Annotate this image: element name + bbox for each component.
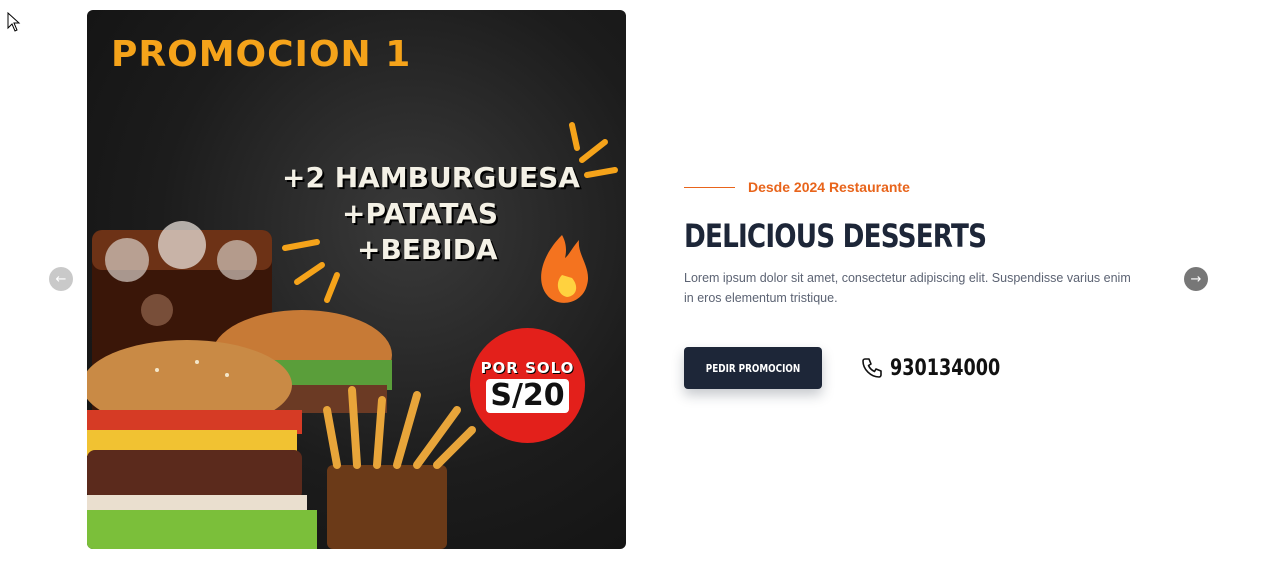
- food-illustration: [87, 122, 618, 549]
- page: ← PROMOCION 1 +2 HAMBURGUESA +PATATAS +B…: [0, 0, 1286, 587]
- eyebrow-divider: [684, 186, 735, 188]
- phone-number: 930134000: [890, 355, 1001, 381]
- slide-actions: PEDIR PROMOCION 930134000: [684, 347, 1154, 389]
- order-promo-button[interactable]: PEDIR PROMOCION: [684, 347, 822, 389]
- promo-line: +PATATAS: [342, 197, 499, 230]
- arrow-right-icon: →: [1190, 271, 1202, 287]
- promo-title: PROMOCION 1: [111, 34, 412, 75]
- mouse-cursor-icon: [7, 12, 21, 32]
- promo-items: +2 HAMBURGUESA +PATATAS +BEBIDA: [282, 160, 582, 268]
- price-value: S/20: [486, 378, 569, 413]
- arrow-left-icon: ←: [55, 271, 67, 287]
- slider-next-button[interactable]: →: [1184, 267, 1208, 291]
- price-badge-label: POR SOLO: [480, 358, 575, 377]
- promo-line: +BEBIDA: [357, 233, 498, 266]
- promo-image: PROMOCION 1 +2 HAMBURGUESA +PATATAS +BEB…: [87, 10, 626, 549]
- slide-content: Desde 2024 Restaurante DELICIOUS DESSERT…: [684, 176, 1154, 389]
- phone-icon: [862, 358, 882, 378]
- order-promo-label: PEDIR PROMOCION: [705, 361, 801, 375]
- slider-prev-button[interactable]: ←: [49, 267, 73, 291]
- eyebrow: Desde 2024 Restaurante: [684, 176, 1154, 198]
- slide-heading: DELICIOUS DESSERTS: [684, 217, 987, 255]
- promo-line: +2 HAMBURGUESA: [282, 161, 580, 194]
- price-badge: POR SOLO S/20: [470, 328, 585, 443]
- eyebrow-text: Desde 2024 Restaurante: [748, 179, 910, 195]
- slide-description: Lorem ipsum dolor sit amet, consectetur …: [684, 271, 1131, 305]
- phone-link[interactable]: 930134000: [860, 356, 1028, 381]
